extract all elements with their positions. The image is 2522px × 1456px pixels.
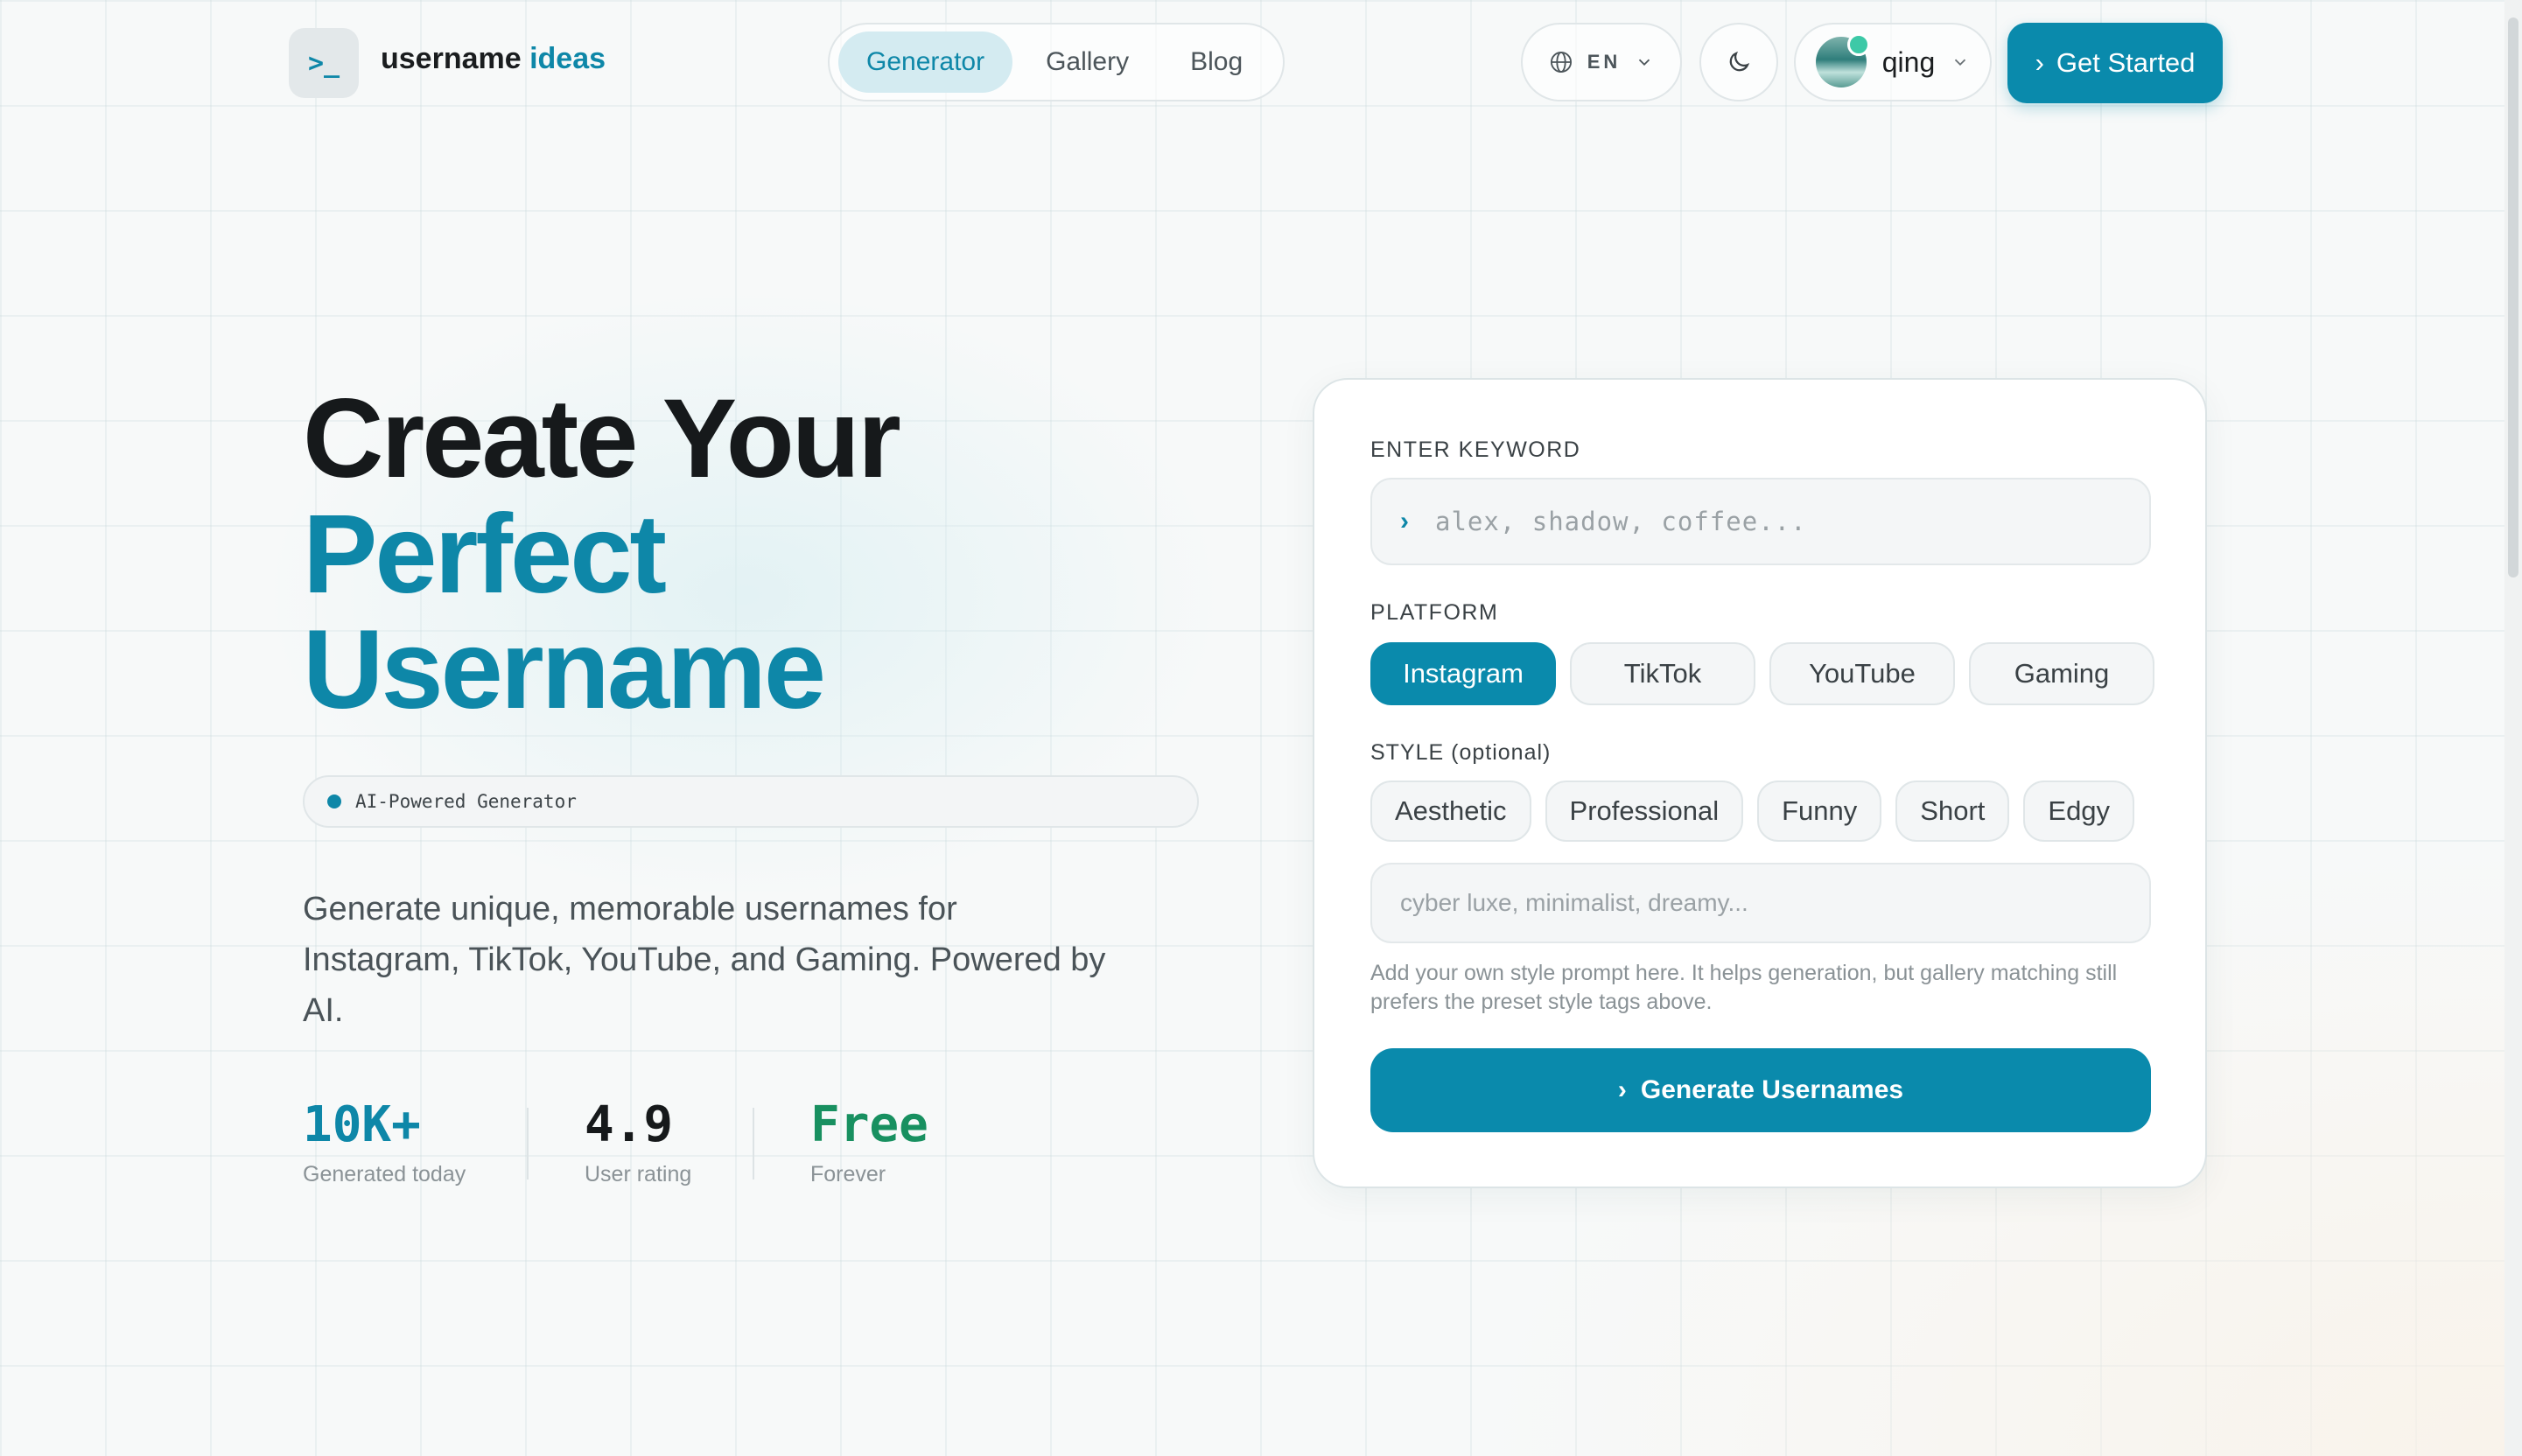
style-funny[interactable]: Funny bbox=[1757, 780, 1882, 842]
language-selector[interactable]: EN bbox=[1521, 23, 1682, 102]
nav-tab-blog[interactable]: Blog bbox=[1162, 32, 1271, 93]
chevron-down-icon bbox=[1639, 59, 1650, 66]
ai-badge: AI-Powered Generator bbox=[303, 775, 1199, 828]
generate-label: Generate Usernames bbox=[1640, 1075, 1904, 1104]
style-edgy[interactable]: Edgy bbox=[2023, 780, 2135, 842]
hero-description: Generate unique, memorable usernames for… bbox=[303, 891, 1106, 1029]
custom-style-placeholder: cyber luxe, minimalist, dreamy... bbox=[1400, 889, 1748, 916]
hero-title-line-3: Username bbox=[303, 607, 826, 732]
get-started-button[interactable]: › Get Started bbox=[2007, 23, 2223, 103]
stat-divider bbox=[527, 1108, 529, 1180]
style-professional[interactable]: Professional bbox=[1545, 780, 1744, 842]
stat-value: 4.9 bbox=[585, 1096, 674, 1153]
stat-label: Forever bbox=[810, 1162, 886, 1186]
platform-label: PLATFORM bbox=[1370, 600, 1499, 625]
hero-title-line-1: Create Your bbox=[303, 376, 901, 501]
style-label: STYLE (optional) bbox=[1370, 740, 1552, 765]
platform-instagram[interactable]: Instagram bbox=[1370, 642, 1556, 705]
globe-icon bbox=[1550, 51, 1572, 74]
moon-icon bbox=[1729, 51, 1750, 72]
stat-free: Free Forever bbox=[810, 1101, 928, 1187]
nav-tab-gallery[interactable]: Gallery bbox=[1018, 32, 1157, 93]
style-options: Aesthetic Professional Funny Short Edgy bbox=[1370, 780, 2135, 842]
platform-gaming[interactable]: Gaming bbox=[1969, 642, 2154, 705]
style-aesthetic[interactable]: Aesthetic bbox=[1370, 780, 1531, 842]
get-started-label: Get Started bbox=[2056, 47, 2196, 78]
badge-dot-icon bbox=[327, 794, 341, 808]
custom-style-input[interactable]: cyber luxe, minimalist, dreamy... bbox=[1370, 863, 2151, 943]
keyword-input[interactable]: › alex, shadow, coffee... bbox=[1370, 478, 2151, 565]
brand-accent: ideas bbox=[529, 42, 606, 75]
stat-rating: 4.9 User rating bbox=[585, 1101, 691, 1187]
stat-label: User rating bbox=[585, 1162, 692, 1186]
stat-value: Free bbox=[810, 1096, 928, 1153]
style-short[interactable]: Short bbox=[1895, 780, 2010, 842]
avatar bbox=[1815, 33, 1870, 88]
badge-text: AI-Powered Generator bbox=[355, 791, 577, 812]
language-code: EN bbox=[1587, 51, 1622, 73]
keyword-placeholder: alex, shadow, coffee... bbox=[1435, 507, 1807, 536]
main-nav: Generator Gallery Blog bbox=[828, 23, 1285, 102]
online-status-dot bbox=[1846, 33, 1870, 56]
hero-title-line-2: Perfect bbox=[303, 492, 667, 617]
stat-label: Generated today bbox=[303, 1162, 466, 1186]
keyword-label: ENTER KEYWORD bbox=[1370, 438, 1581, 462]
nav-tab-generator[interactable]: Generator bbox=[838, 32, 1013, 93]
stat-generated: 10K+ Generated today bbox=[303, 1101, 466, 1187]
chevron-right-icon: › bbox=[1617, 1075, 1627, 1104]
prompt-chevron-icon: › bbox=[1400, 507, 1409, 536]
stat-value: 10K+ bbox=[303, 1096, 421, 1153]
style-hint: Add your own style prompt here. It helps… bbox=[1370, 961, 2118, 1014]
brand-main: username bbox=[381, 42, 522, 75]
chevron-right-icon: › bbox=[2035, 47, 2044, 78]
platform-tiktok[interactable]: TikTok bbox=[1570, 642, 1755, 705]
user-name: qing bbox=[1881, 46, 1936, 78]
logo-icon[interactable]: >_ bbox=[289, 28, 359, 98]
generate-usernames-button[interactable]: › Generate Usernames bbox=[1370, 1048, 2151, 1132]
chevron-down-icon bbox=[1955, 59, 1966, 66]
scrollbar-thumb[interactable] bbox=[2508, 18, 2518, 578]
platform-options: Instagram TikTok YouTube Gaming bbox=[1370, 642, 2154, 705]
user-menu[interactable]: qing bbox=[1794, 23, 1992, 102]
theme-toggle[interactable] bbox=[1699, 23, 1778, 102]
brand-name[interactable]: username ideas bbox=[381, 42, 606, 76]
generator-card: ENTER KEYWORD › alex, shadow, coffee... … bbox=[1313, 378, 2207, 1188]
stat-divider bbox=[753, 1108, 754, 1180]
page-scrollbar[interactable] bbox=[2504, 0, 2522, 1456]
platform-youtube[interactable]: YouTube bbox=[1769, 642, 1955, 705]
